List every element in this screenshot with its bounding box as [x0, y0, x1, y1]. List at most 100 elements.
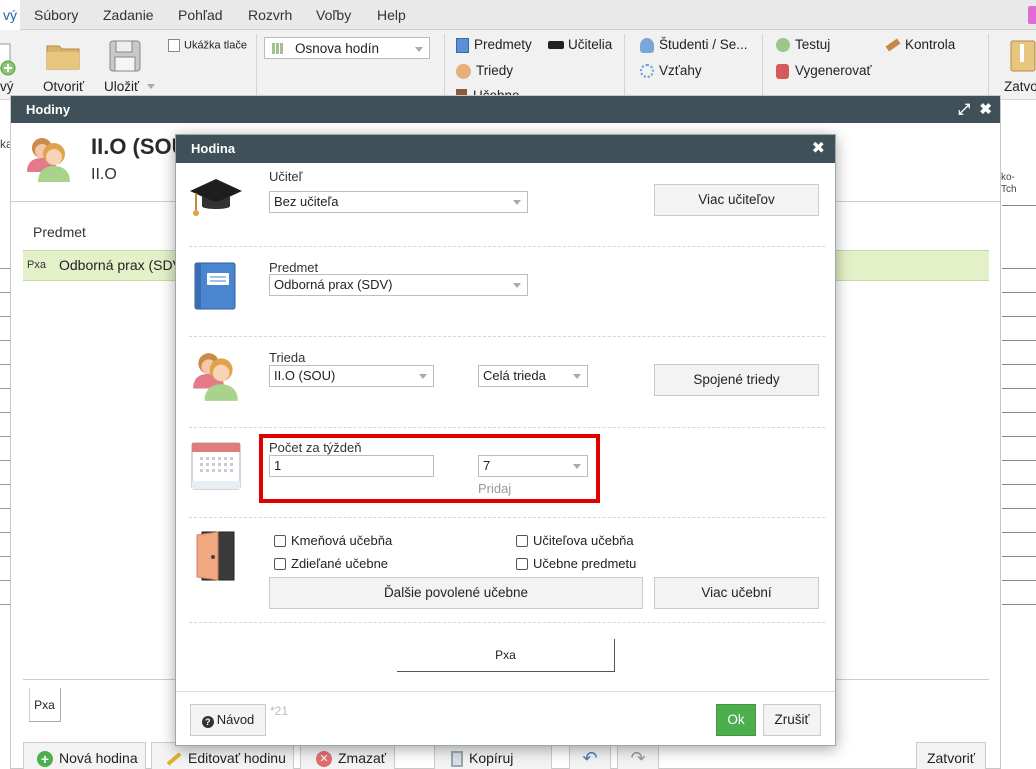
menu-pohlad[interactable]: Pohľad — [178, 0, 223, 30]
grid-line — [0, 268, 10, 269]
menu-subory[interactable]: Súbory — [34, 0, 78, 30]
teacher-select[interactable]: Bez učiteľa — [269, 191, 528, 213]
close-icon[interactable]: ✖ — [979, 96, 992, 123]
checkbox-icon — [274, 535, 286, 547]
ribbon-divider — [256, 34, 257, 99]
print-preview-label: Ukážka tlače — [184, 39, 247, 52]
menu-rozvrh[interactable]: Rozvrh — [248, 0, 292, 30]
ribbon-divider — [988, 34, 989, 99]
ribbon-divider — [624, 34, 625, 99]
redo-button[interactable]: ↷ — [617, 742, 659, 769]
graduation-cap-icon — [188, 175, 244, 224]
class-subtitle: II.O — [91, 166, 117, 183]
student-icon — [640, 37, 654, 53]
timetable-outline-select[interactable]: Osnova hodín — [264, 37, 430, 59]
grid-line — [0, 484, 10, 485]
lesson-dialog-title: Hodina — [191, 141, 236, 156]
help-button[interactable]: ? Návod — [190, 704, 266, 736]
right-column-header: ko- Tch — [1001, 172, 1017, 195]
students-button[interactable]: Študenti / Se... — [640, 37, 748, 53]
save-dropdown-icon[interactable] — [147, 84, 155, 89]
class-group-select-value: Celá trieda — [483, 368, 546, 383]
grid-line — [0, 364, 10, 365]
copy-button[interactable]: Kopíruj — [434, 742, 552, 769]
checkbox-icon — [516, 558, 528, 570]
undo-icon: ↶ — [582, 748, 598, 768]
chevron-down-icon — [513, 283, 521, 288]
delete-button[interactable]: ✕ Zmazať — [300, 742, 395, 769]
relations-button[interactable]: Vzťahy — [640, 63, 702, 79]
section-divider — [189, 246, 825, 247]
class-group-select[interactable]: Celá trieda — [478, 365, 588, 387]
more-rooms-button[interactable]: Viac učební — [654, 577, 819, 609]
grid-line — [0, 292, 10, 293]
lesson-preview-card[interactable]: Pxa — [29, 688, 61, 722]
subject-select[interactable]: Odborná prax (SDV) — [269, 274, 528, 296]
subject-column-header: Predmet — [33, 224, 86, 240]
class-select-value: II.O (SOU) — [274, 368, 336, 383]
subjects-button[interactable]: Predmety — [456, 37, 532, 53]
menu-file-tab[interactable]: vý — [0, 0, 20, 30]
close-file-icon[interactable] — [1010, 40, 1036, 75]
help-id: *21 — [270, 704, 289, 718]
new-file-label[interactable]: vý — [0, 79, 14, 94]
ribbon-divider — [762, 34, 763, 99]
teachers-button[interactable]: Učitelia — [548, 37, 612, 52]
timetable-outline-label: Osnova hodín — [295, 41, 380, 56]
subject-label: Predmet — [269, 260, 319, 275]
door-icon — [196, 531, 236, 584]
teacher-room-checkbox[interactable]: Učiteľova učebňa — [516, 533, 634, 548]
lesson-dialog-titlebar: Hodina — [176, 135, 835, 163]
grid-line — [1002, 205, 1036, 206]
menu-help[interactable]: Help — [377, 0, 406, 30]
grid-line — [1002, 508, 1036, 509]
print-preview-button[interactable]: Ukážka tlače — [168, 39, 247, 52]
folder-icon[interactable] — [45, 40, 81, 75]
teacher-label: Učiteľ — [269, 169, 303, 184]
more-teachers-button[interactable]: Viac učiteľov — [654, 184, 819, 216]
grid-line — [1002, 388, 1036, 389]
floppy-disk-icon[interactable] — [108, 39, 142, 76]
new-lesson-button[interactable]: + Nová hodina — [23, 742, 146, 769]
divider — [176, 691, 835, 692]
classes-button[interactable]: Triedy — [456, 63, 513, 79]
test-label: Testuj — [795, 37, 831, 52]
save-button[interactable]: Uložiť — [104, 79, 139, 94]
section-divider — [189, 622, 825, 623]
cancel-button[interactable]: Zrušiť — [763, 704, 821, 736]
students-icon — [456, 63, 471, 79]
grid-line — [1002, 580, 1036, 581]
lesson-row-name: Odborná prax (SDV — [59, 257, 182, 273]
delete-label: Zmazať — [338, 750, 387, 766]
ok-button[interactable]: Ok — [716, 704, 756, 736]
subject-rooms-checkbox[interactable]: Učebne predmetu — [516, 556, 636, 571]
copy-label: Kopíruj — [469, 750, 514, 766]
test-button[interactable]: Testuj — [776, 37, 831, 53]
menu-zadanie[interactable]: Zadanie — [103, 0, 154, 30]
shared-rooms-checkbox[interactable]: Zdieľané učebne — [274, 556, 388, 571]
close-file-label[interactable]: Zatvo — [1004, 79, 1036, 94]
grid-line — [0, 436, 10, 437]
redo-icon: ↷ — [630, 748, 646, 768]
close-icon[interactable]: ✖ — [812, 135, 825, 163]
chevron-down-icon — [513, 200, 521, 205]
undo-button[interactable]: ↶ — [569, 742, 611, 769]
open-button[interactable]: Otvoriť — [43, 79, 84, 94]
edit-lesson-button[interactable]: Editovať hodinu — [151, 742, 294, 769]
class-select[interactable]: II.O (SOU) — [269, 365, 434, 387]
maximize-icon[interactable]: ⤢ — [958, 96, 970, 123]
joined-classes-button[interactable]: Spojené triedy — [654, 364, 819, 396]
control-button[interactable]: Kontrola — [885, 37, 955, 52]
generate-button[interactable]: Vygenerovať — [776, 63, 872, 79]
grid-line — [0, 412, 10, 413]
account-badge[interactable] — [1028, 6, 1036, 24]
subjects-label: Predmety — [474, 37, 532, 52]
home-room-checkbox[interactable]: Kmeňová učebňa — [274, 533, 392, 548]
close-window-button[interactable]: Zatvoriť — [916, 742, 986, 769]
teacher-room-label: Učiteľova učebňa — [533, 533, 634, 548]
more-allowed-rooms-button[interactable]: Ďalšie povolené učebne — [269, 577, 643, 609]
menu-volby[interactable]: Voľby — [316, 0, 351, 30]
grid-line — [1002, 604, 1036, 605]
new-file-icon[interactable] — [0, 42, 18, 79]
lesson-preview-card: Pxa — [397, 639, 615, 672]
